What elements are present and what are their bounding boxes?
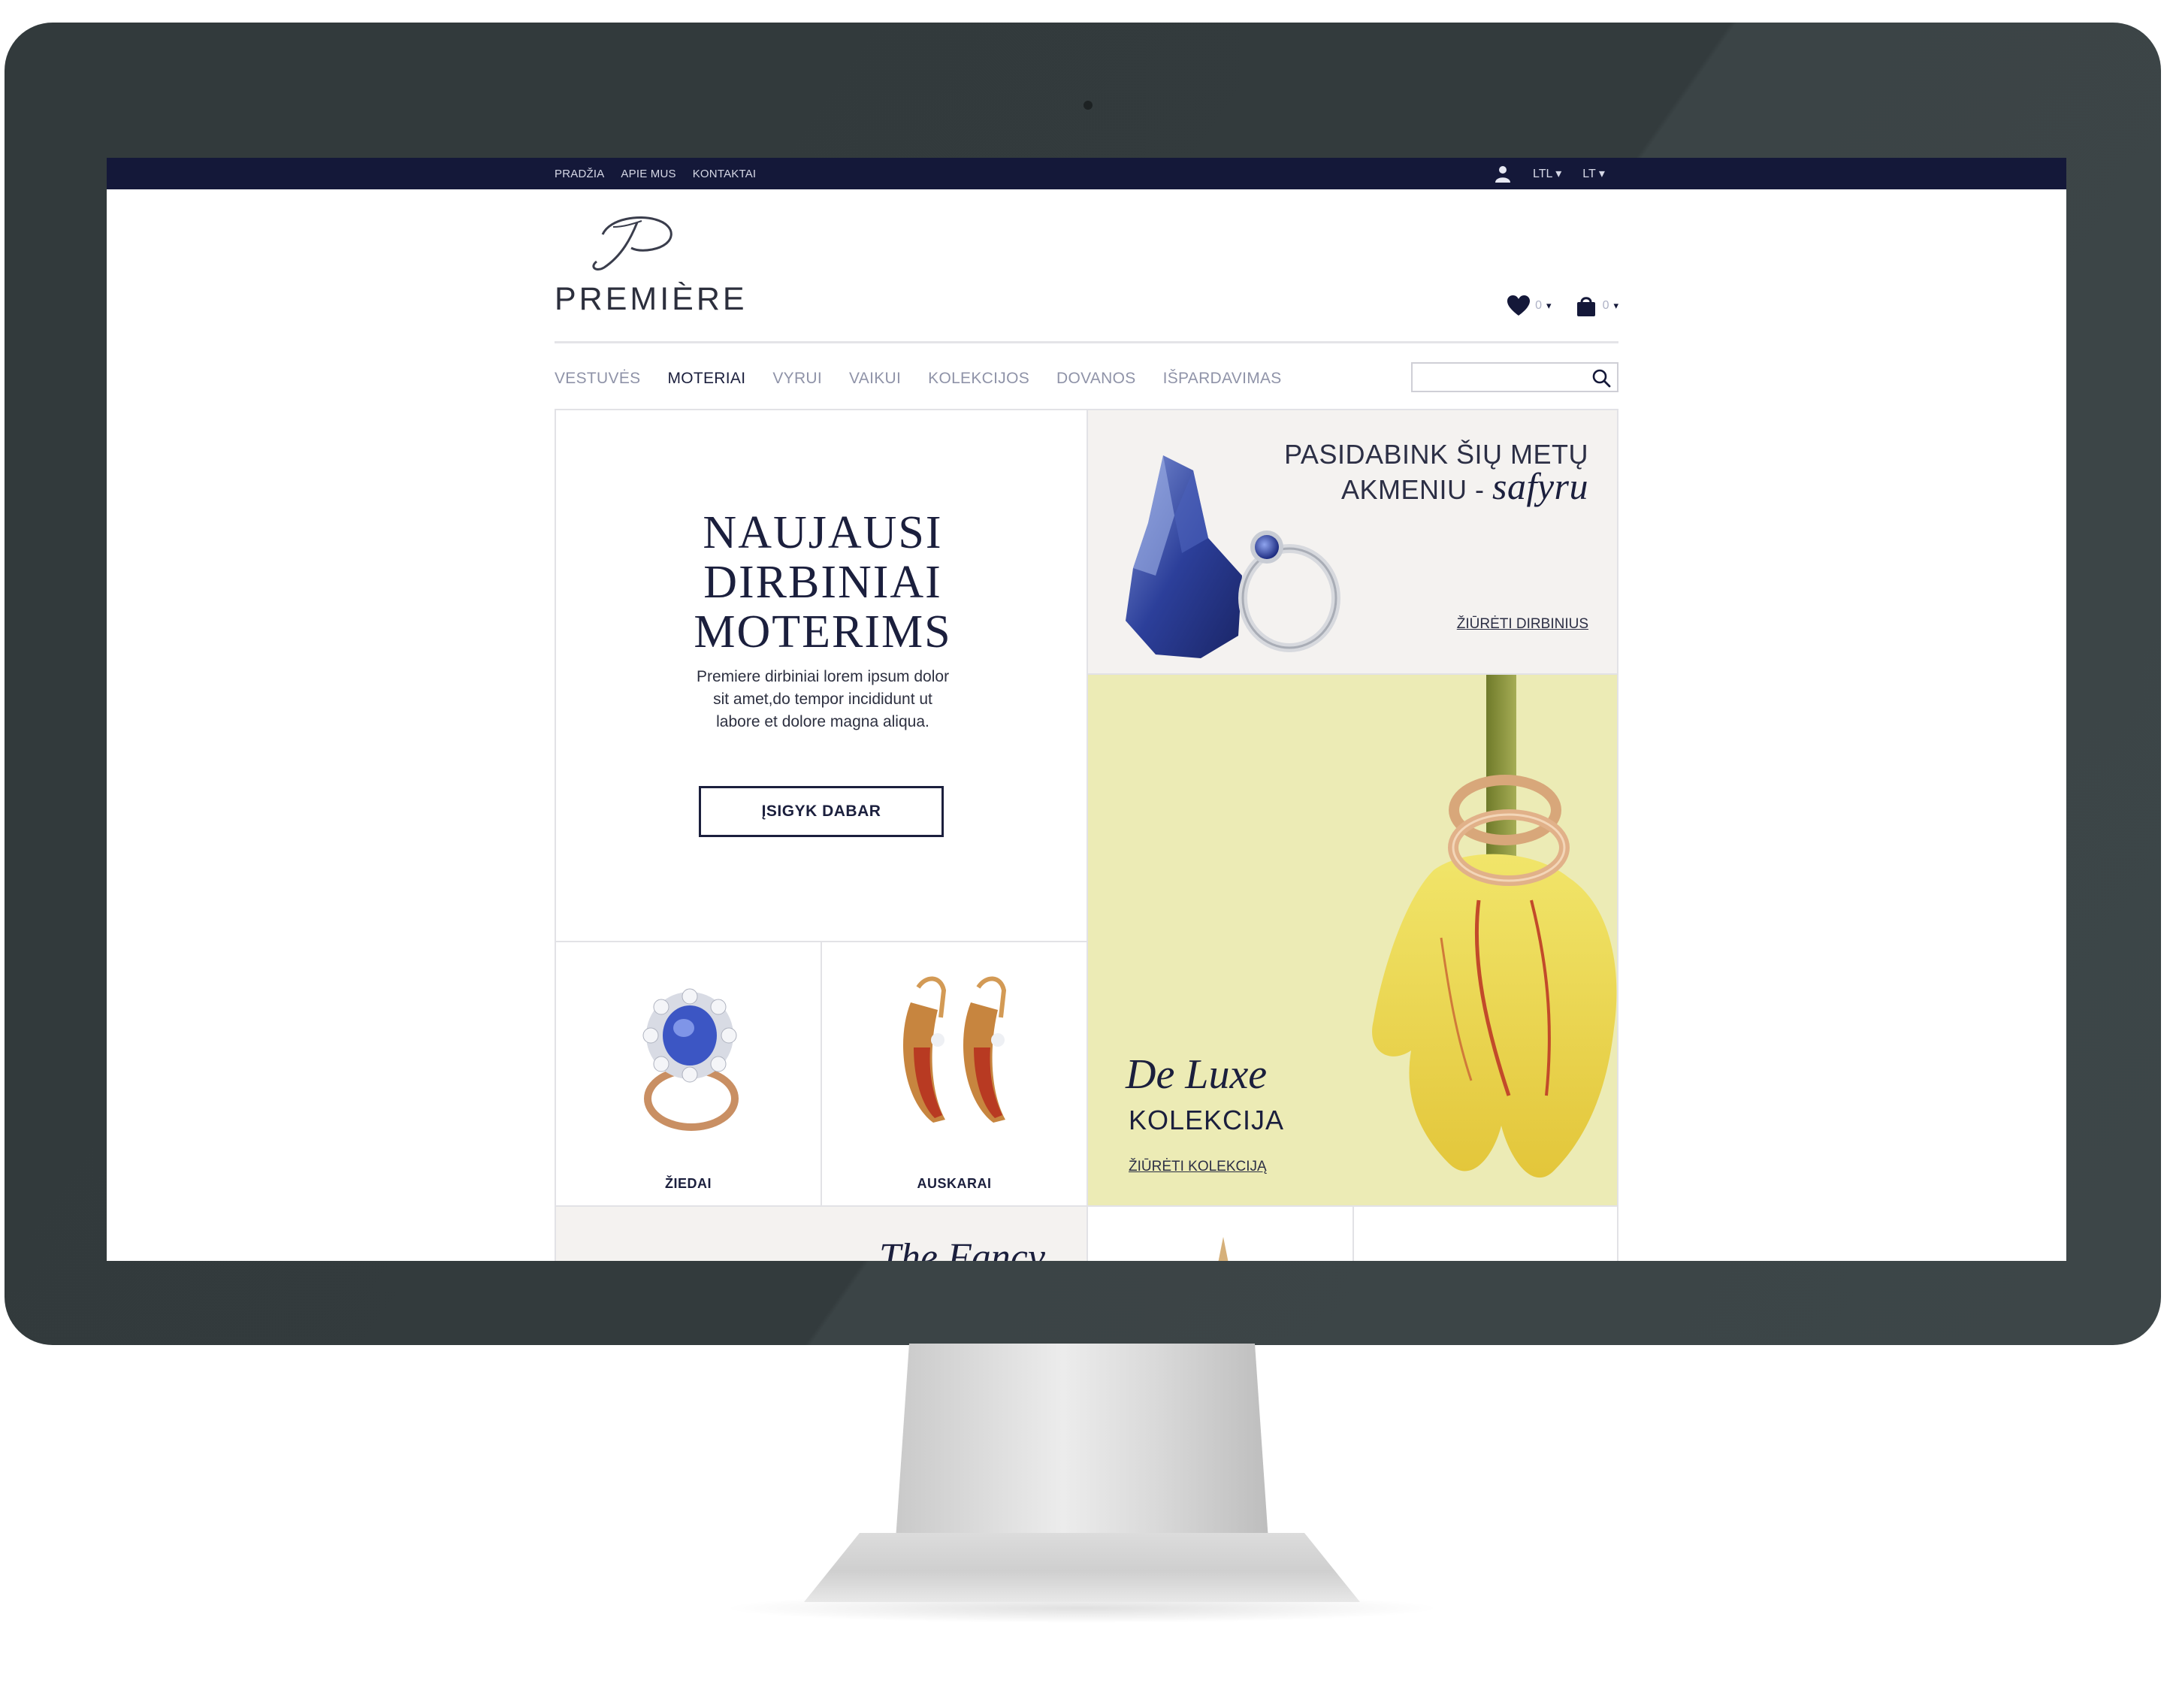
promo-panel: NAUJAUSI DIRBINIAI MOTERIMS Premiere dir… [555,409,1088,942]
sapphire-banner[interactable]: PASIDABINK ŠIŲ METŲ AKMENIU - safyru ŽIŪ… [1087,409,1618,675]
screen: PRADŽIA APIE MUS KONTAKTAI LTL ▾ LT ▾ PR… [107,158,2066,1261]
cart-button[interactable]: 0 ▾ [1574,295,1618,317]
flower-rings-image [1372,675,1617,1178]
shopping-bag-icon [1576,297,1595,316]
nav-item-kids[interactable]: VAIKUI [849,370,901,388]
deluxe-title: KOLEKCIJA [1129,1105,1285,1135]
currency-selector[interactable]: LTL ▾ [1533,166,1561,181]
chevron-down-icon: ▾ [1546,300,1552,311]
sapphire-title-line2: AKMENIU - [1340,474,1485,505]
logo-monogram-icon [592,216,672,271]
deluxe-collection-banner[interactable]: De Luxe KOLEKCIJA ŽIŪRĖTI KOLEKCIJĄ [1087,673,1618,1207]
user-icon[interactable] [1494,165,1512,183]
promo-title: NAUJAUSI DIRBINIAI MOTERIMS [694,507,952,658]
monitor-stand-base [804,1533,1360,1602]
enamel-earrings-image [903,976,1007,1123]
product-thumbnail-image [1218,1237,1229,1261]
top-right-controls: LTL ▾ LT ▾ [1494,158,1605,189]
sapphire-title: PASIDABINK ŠIŲ METŲ AKMENIU - safyru [1284,439,1588,506]
main-nav: VESTUVĖS MOTERIAI VYRUI VAIKUI KOLEKCIJO… [555,370,1282,388]
nav-item-sale[interactable]: IŠPARDAVIMAS [1163,370,1282,388]
sapphire-title-line2-wrap: AKMENIU - safyru [1284,467,1588,506]
header-divider [555,341,1618,343]
fancy-banner[interactable]: The Fancy [555,1205,1088,1261]
logo[interactable]: PREMIÈRE [555,212,750,317]
top-link-home[interactable]: PRADŽIA [555,168,604,180]
view-collection-link[interactable]: ŽIŪRĖTI KOLEKCIJĄ [1129,1159,1267,1175]
top-link-about[interactable]: APIE MUS [621,168,675,180]
top-bar: PRADŽIA APIE MUS KONTAKTAI LTL ▾ LT ▾ [107,158,2066,189]
header-actions: 0 ▾ 0 ▾ [1507,295,1618,317]
monitor-stand-neck [894,1344,1270,1561]
language-selector[interactable]: LT ▾ [1582,166,1605,181]
wishlist-count: 0 [1535,299,1543,312]
view-items-link[interactable]: ŽIŪRĖTI DIRBINIUS [1457,616,1588,633]
nav-item-women[interactable]: MOTERIAI [667,370,745,388]
category-tile-3[interactable] [1087,1205,1354,1261]
page-container: PREMIÈRE 0 ▾ 0 ▾ VESTUVĖS MOTERIAI VYRUI… [555,189,1618,1261]
nav-item-men[interactable]: VYRUI [772,370,822,388]
wishlist-button[interactable]: 0 ▾ [1507,295,1552,317]
promo-text: Premiere dirbiniai lorem ipsum dolor sit… [696,668,950,730]
rings-label: ŽIEDAI [664,1176,712,1191]
buy-now-button[interactable]: ĮSIGYK DABAR [699,786,944,837]
category-rings[interactable]: ŽIEDAI [555,941,822,1208]
camera-icon [1084,101,1093,110]
earrings-label: AUSKARAI [917,1176,992,1191]
monitor-frame: PRADŽIA APIE MUS KONTAKTAI LTL ▾ LT ▾ PR… [5,23,2161,1345]
category-tile-4[interactable] [1352,1205,1618,1261]
content-grid: NAUJAUSI DIRBINIAI MOTERIMS Premiere dir… [555,409,1618,1261]
nav-item-gifts[interactable]: DOVANOS [1056,370,1136,388]
sapphire-title-script: safyru [1492,465,1588,507]
search-icon[interactable] [1591,368,1611,388]
cart-count: 0 [1602,299,1609,312]
search-input[interactable] [1419,367,1584,388]
nav-item-collections[interactable]: KOLEKCIJOS [928,370,1029,388]
category-earrings[interactable]: AUSKARAI [821,941,1088,1208]
search-box [1411,362,1618,392]
top-links: PRADŽIA APIE MUS KONTAKTAI [555,158,756,189]
sapphire-cluster-ring-image [642,988,739,1131]
logo-text: PREMIÈRE [555,281,748,317]
fancy-title: The Fancy [879,1236,1045,1261]
deluxe-script-title: De Luxe [1126,1051,1268,1098]
chevron-down-icon: ▾ [1613,300,1618,311]
nav-item-weddings[interactable]: VESTUVĖS [555,370,640,388]
top-link-contacts[interactable]: KONTAKTAI [693,168,757,180]
heart-icon [1507,295,1531,316]
